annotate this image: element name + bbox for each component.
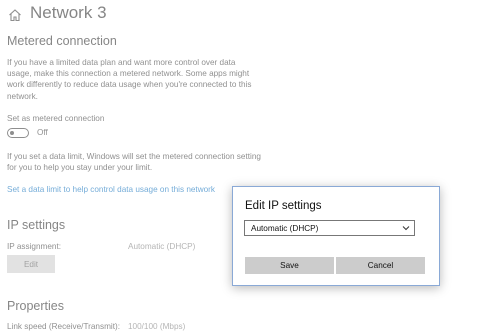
metered-toggle-state: Off [37, 128, 48, 137]
ip-settings-heading: IP settings [7, 218, 66, 232]
metered-description: If you have a limited data plan and want… [7, 58, 252, 101]
metered-connection-heading: Metered connection [7, 34, 117, 48]
edit-ip-dialog: Edit IP settings Automatic (DHCP) Save C… [232, 186, 440, 286]
chevron-down-icon [402, 226, 410, 231]
set-data-limit-link[interactable]: Set a data limit to help control data us… [7, 185, 215, 194]
link-speed-value: 100/100 (Mbps) [128, 322, 186, 331]
ip-assignment-value: Automatic (DHCP) [128, 242, 196, 251]
ip-assignment-label: IP assignment: [7, 242, 62, 251]
metered-toggle-label: Set as metered connection [7, 114, 105, 123]
edit-ip-button[interactable]: Edit [7, 255, 55, 273]
save-button[interactable]: Save [245, 257, 334, 274]
home-icon[interactable] [8, 8, 22, 22]
properties-heading: Properties [7, 299, 64, 313]
metered-toggle[interactable] [7, 128, 29, 138]
toggle-knob [10, 130, 14, 135]
ip-assignment-select-value: Automatic (DHCP) [251, 223, 319, 233]
data-limit-description: If you set a data limit, Windows will se… [7, 152, 261, 173]
page-title: Network 3 [30, 3, 107, 22]
dialog-title: Edit IP settings [245, 200, 322, 212]
cancel-button[interactable]: Cancel [336, 257, 425, 274]
ip-assignment-select[interactable]: Automatic (DHCP) [244, 220, 415, 236]
link-speed-label: Link speed (Receive/Transmit): [7, 322, 120, 331]
